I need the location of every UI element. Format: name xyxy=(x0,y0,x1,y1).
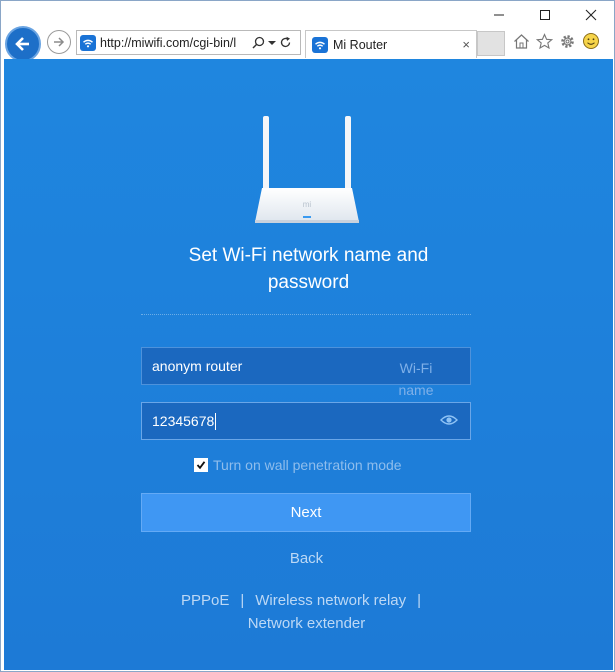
close-window-button[interactable] xyxy=(568,1,614,29)
back-button[interactable] xyxy=(5,26,41,62)
tab-title: Mi Router xyxy=(333,37,388,52)
dropdown-icon[interactable] xyxy=(268,36,276,49)
page-title-line2: password xyxy=(267,272,350,293)
tab-mi-router[interactable]: Mi Router × xyxy=(305,30,477,58)
title-bar xyxy=(1,1,614,29)
wall-penetration-option[interactable]: Turn on wall penetration mode xyxy=(194,457,402,473)
page-content: mi Set Wi-Fi network name and password a… xyxy=(4,59,613,670)
router-logo-text: mi xyxy=(303,200,312,209)
forward-icon xyxy=(54,37,65,47)
wifi-icon xyxy=(312,36,328,53)
close-icon xyxy=(585,9,597,21)
page-title-line1: Set Wi-Fi network name and xyxy=(188,245,429,266)
forward-button[interactable] xyxy=(47,30,71,54)
password-field[interactable]: 12345678 xyxy=(141,402,471,440)
router-image: mi xyxy=(252,114,362,231)
tab-close-button[interactable]: × xyxy=(462,37,470,52)
maximize-icon xyxy=(540,10,550,20)
checkmark-icon xyxy=(196,461,206,470)
eye-icon[interactable] xyxy=(440,413,458,430)
wall-penetration-label[interactable]: Turn on wall penetration mode xyxy=(213,457,402,473)
smiley-icon[interactable] xyxy=(582,32,600,50)
star-icon[interactable] xyxy=(536,32,553,50)
back-icon xyxy=(15,37,29,51)
link-separator: | xyxy=(240,592,245,609)
new-tab-button[interactable] xyxy=(477,31,505,56)
wifi-name-field[interactable]: anonym router Wi-Fi name xyxy=(141,347,471,398)
link-separator: | xyxy=(417,592,422,609)
gear-icon[interactable] xyxy=(559,33,576,50)
divider xyxy=(141,314,471,315)
minimize-button[interactable] xyxy=(476,1,522,29)
browser-window: http://miwifi.com/cgi-bin/l Mi Router × xyxy=(0,0,615,672)
back-link[interactable]: Back xyxy=(4,550,609,567)
password-value[interactable]: 12345678 xyxy=(152,413,214,429)
minimize-icon xyxy=(494,14,504,16)
refresh-icon[interactable] xyxy=(279,36,292,49)
navigation-bar: http://miwifi.com/cgi-bin/l Mi Router × xyxy=(1,26,614,62)
wall-penetration-checkbox[interactable] xyxy=(194,458,208,472)
home-icon[interactable] xyxy=(513,33,530,50)
address-bar[interactable]: http://miwifi.com/cgi-bin/l xyxy=(76,30,301,55)
wifi-icon xyxy=(80,34,96,51)
page-title: Set Wi-Fi network name and password xyxy=(4,242,613,296)
address-text[interactable]: http://miwifi.com/cgi-bin/l xyxy=(100,36,250,50)
next-button[interactable]: Next xyxy=(141,493,471,532)
setup-mode-links: PPPoE | Wireless network relay | Network ex… xyxy=(4,589,609,635)
search-icon[interactable] xyxy=(252,36,265,49)
pppoe-link[interactable]: PPPoE xyxy=(181,592,229,609)
wireless-relay-link[interactable]: Wireless network relay xyxy=(255,592,406,609)
text-cursor xyxy=(215,412,217,430)
wifi-name-value[interactable]: anonym router xyxy=(152,358,242,374)
wifi-name-hint: Wi-Fi name xyxy=(398,360,434,398)
network-extender-link[interactable]: Network extender xyxy=(248,615,366,632)
maximize-button[interactable] xyxy=(522,1,568,29)
